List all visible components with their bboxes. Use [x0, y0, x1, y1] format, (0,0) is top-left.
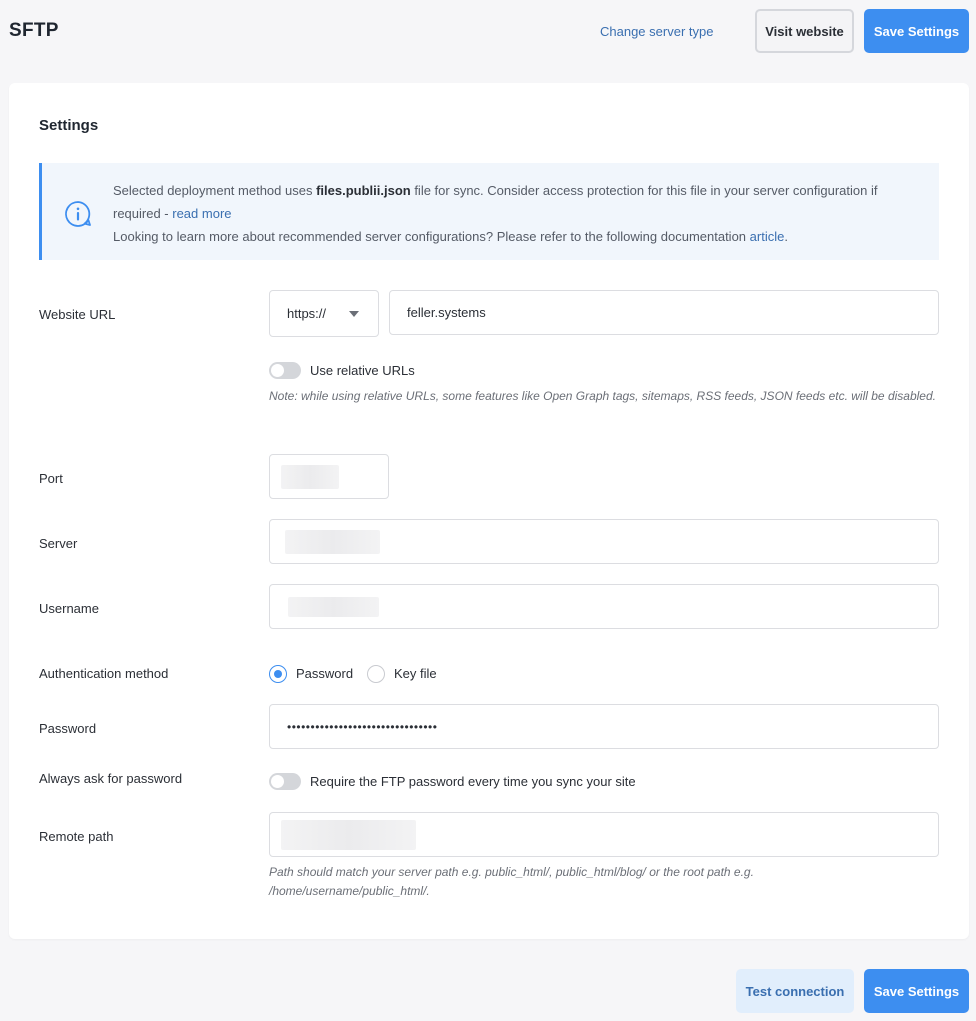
- remote-path-note: Path should match your server path e.g. …: [269, 865, 754, 898]
- redacted-value: [281, 465, 339, 489]
- redacted-value: [288, 597, 379, 617]
- toggle-knob: [271, 364, 284, 377]
- read-more-link[interactable]: read more: [172, 206, 231, 221]
- save-settings-button-bottom[interactable]: Save Settings: [864, 969, 969, 1013]
- radio-key-file[interactable]: [367, 665, 385, 683]
- username-input[interactable]: [269, 584, 939, 629]
- password-input[interactable]: ••••••••••••••••••••••••••••••••: [269, 704, 939, 749]
- website-url-input[interactable]: feller.systems: [389, 290, 939, 335]
- protocol-select[interactable]: https://: [269, 290, 379, 337]
- info-line1-prefix: Selected deployment method uses: [113, 183, 317, 198]
- radio-key-file-label: Key file: [394, 666, 437, 681]
- info-text: Selected deployment method uses files.pu…: [113, 179, 928, 248]
- port-input[interactable]: [269, 454, 389, 499]
- save-settings-button-top[interactable]: Save Settings: [864, 9, 969, 53]
- auth-method-label: Authentication method: [39, 666, 169, 681]
- info-line2-end: .: [784, 229, 788, 244]
- info-filename: files.publii.json: [316, 183, 411, 198]
- page-title: SFTP: [9, 20, 59, 41]
- remote-path-label: Remote path: [39, 829, 114, 844]
- toggle-knob: [271, 775, 284, 788]
- username-label: Username: [39, 601, 99, 616]
- password-value: ••••••••••••••••••••••••••••••••: [287, 719, 438, 734]
- visit-website-button[interactable]: Visit website: [755, 9, 854, 53]
- top-bar: SFTP Change server type Visit website Sa…: [0, 0, 976, 62]
- article-link[interactable]: article: [750, 229, 785, 244]
- server-label: Server: [39, 536, 78, 551]
- settings-title: Settings: [39, 117, 99, 134]
- port-label: Port: [39, 471, 63, 486]
- radio-password[interactable]: [269, 665, 287, 683]
- radio-dot: [274, 670, 282, 678]
- always-ask-toggle[interactable]: [269, 773, 301, 790]
- protocol-value: https://: [287, 306, 327, 321]
- test-connection-button[interactable]: Test connection: [736, 969, 854, 1013]
- info-notice: Selected deployment method uses files.pu…: [39, 163, 939, 260]
- chevron-down-icon: [349, 311, 359, 317]
- relative-urls-note: Note: while using relative URLs, some fe…: [269, 389, 936, 403]
- website-url-value: feller.systems: [407, 305, 486, 320]
- redacted-value: [285, 530, 380, 554]
- relative-urls-toggle[interactable]: [269, 362, 301, 379]
- radio-password-label: Password: [296, 666, 354, 681]
- relative-urls-label: Use relative URLs: [310, 363, 415, 378]
- always-ask-toggle-label: Require the FTP password every time you …: [310, 774, 636, 789]
- info-icon: [65, 201, 91, 227]
- settings-card: Settings Selected deployment method uses…: [9, 83, 969, 939]
- remote-path-input[interactable]: [269, 812, 939, 857]
- change-server-type-link[interactable]: Change server type: [600, 24, 713, 39]
- redacted-value: [281, 820, 416, 850]
- info-line2: Looking to learn more about recommended …: [113, 229, 750, 244]
- website-url-label: Website URL: [39, 307, 116, 322]
- always-ask-label: Always ask for password: [39, 771, 183, 786]
- password-label: Password: [39, 721, 97, 736]
- server-input[interactable]: [269, 519, 939, 564]
